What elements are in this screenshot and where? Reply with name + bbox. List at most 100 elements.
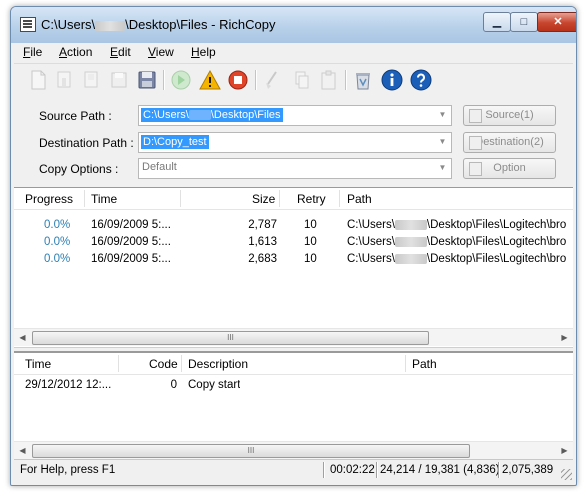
- column-code[interactable]: Code: [149, 357, 178, 371]
- option-button-label: Option: [493, 162, 526, 174]
- source-path-value: C:\Users\ \Desktop\Files: [141, 108, 283, 122]
- row-time: 16/09/2009 5:...: [91, 236, 171, 248]
- toolbar-separator: [255, 70, 256, 90]
- copy-icon[interactable]: [290, 69, 312, 91]
- column-divider[interactable]: [84, 190, 85, 207]
- scroll-right-icon[interactable]: ▶: [556, 329, 573, 346]
- warning-icon[interactable]: [199, 69, 221, 91]
- close-button[interactable]: ✕: [537, 12, 576, 32]
- row-progress: 0.0%: [44, 219, 71, 231]
- save-icon[interactable]: [108, 69, 130, 91]
- option-button[interactable]: Option: [463, 158, 556, 179]
- title-bar[interactable]: C:\Users\ \Desktop\Files - RichCopy ▁ □ ✕: [11, 7, 576, 43]
- maximize-button[interactable]: □: [510, 12, 538, 32]
- file-list-header: Progress Time Size Retry Path: [14, 188, 573, 210]
- info-icon[interactable]: [381, 69, 403, 91]
- destination-path-value: D:\Copy_test: [141, 135, 209, 149]
- scroll-left-icon[interactable]: ◀: [14, 329, 31, 346]
- window-title-tail: \Desktop\Files - RichCopy: [125, 17, 276, 32]
- status-help-text: For Help, press F1: [20, 464, 116, 476]
- menu-view[interactable]: View: [148, 45, 174, 59]
- profile-icon[interactable]: [80, 69, 102, 91]
- toolbar-separator: [345, 70, 346, 90]
- chevron-down-icon[interactable]: ▼: [436, 161, 449, 175]
- file-list-hscrollbar[interactable]: ◀ III ▶: [14, 328, 573, 346]
- window-title-head: C:\Users\: [41, 17, 96, 32]
- recycle-icon[interactable]: [352, 69, 374, 91]
- row-progress: 0.0%: [44, 253, 71, 265]
- source-path-label: Source Path :: [39, 109, 112, 123]
- status-divider: [323, 462, 324, 478]
- menu-help[interactable]: Help: [191, 45, 216, 59]
- source-button-label: Source(1): [485, 109, 534, 121]
- start-icon[interactable]: [170, 69, 192, 91]
- scroll-thumb[interactable]: III: [32, 444, 470, 458]
- copy-options-combo[interactable]: Default ▼: [138, 158, 452, 179]
- menu-edit[interactable]: Edit: [110, 45, 131, 59]
- destination-button[interactable]: Destination(2): [463, 132, 556, 153]
- chevron-down-icon[interactable]: ▼: [436, 108, 449, 122]
- column-divider[interactable]: [181, 355, 182, 372]
- column-log-path[interactable]: Path: [412, 357, 437, 371]
- path-head: C:\Users\: [347, 236, 395, 248]
- column-divider[interactable]: [279, 190, 280, 207]
- open-folder-icon[interactable]: [54, 69, 76, 91]
- redacted-username: [394, 253, 427, 264]
- column-divider[interactable]: [118, 355, 119, 372]
- row-time: 16/09/2009 5:...: [91, 253, 171, 265]
- row-path: C:\Users\ \Desktop\Files\Logitech\bro: [347, 219, 573, 231]
- log-list[interactable]: Time Code Description Path 29/12/2012 12…: [14, 352, 573, 459]
- clean-icon[interactable]: [261, 69, 283, 91]
- column-divider[interactable]: [180, 190, 181, 207]
- log-list-hscrollbar[interactable]: ◀ III ▶: [14, 441, 573, 459]
- row-path: C:\Users\ \Desktop\Files\Logitech\bro: [347, 236, 573, 248]
- row-size: 1,613: [248, 236, 277, 248]
- row-path: C:\Users\ \Desktop\Files\Logitech\bro: [347, 253, 573, 265]
- column-size[interactable]: Size: [252, 192, 275, 206]
- column-log-time[interactable]: Time: [25, 357, 51, 371]
- column-path[interactable]: Path: [347, 192, 372, 206]
- row-retry: 10: [304, 219, 317, 231]
- toolbar-separator: [163, 70, 164, 90]
- scroll-right-icon[interactable]: ▶: [556, 442, 573, 459]
- path-tail: \Desktop\Files\Logitech\bro: [426, 236, 567, 248]
- source-path-head: C:\Users\: [143, 109, 189, 121]
- source-button[interactable]: Source(1): [463, 105, 556, 126]
- scroll-left-icon[interactable]: ◀: [14, 442, 31, 459]
- scroll-thumb[interactable]: III: [32, 331, 429, 345]
- chevron-down-icon[interactable]: ▼: [436, 135, 449, 149]
- column-description[interactable]: Description: [188, 357, 248, 371]
- column-progress[interactable]: Progress: [25, 192, 73, 206]
- paste-icon[interactable]: [318, 69, 340, 91]
- minimize-button[interactable]: ▁: [483, 12, 511, 32]
- new-document-icon[interactable]: [27, 69, 49, 91]
- redacted-username: [188, 110, 211, 121]
- save-as-icon[interactable]: [136, 69, 158, 91]
- column-retry[interactable]: Retry: [297, 192, 326, 206]
- destination-path-label: Destination Path :: [39, 136, 134, 150]
- row-size: 2,683: [248, 253, 277, 265]
- app-icon[interactable]: [20, 17, 36, 32]
- resize-grip[interactable]: [561, 469, 572, 480]
- path-tail: \Desktop\Files\Logitech\bro: [426, 219, 567, 231]
- status-bar: For Help, press F1 00:02:22 24,214 / 19,…: [14, 459, 573, 481]
- help-icon[interactable]: [410, 69, 432, 91]
- menu-action[interactable]: Action: [59, 45, 92, 59]
- copy-options-value: Default: [142, 161, 177, 173]
- path-panel: Source Path : C:\Users\ \Desktop\Files ▼ …: [14, 96, 573, 186]
- menu-bar: File Action Edit View Help: [14, 43, 573, 62]
- folder-icon: [469, 136, 482, 150]
- column-divider[interactable]: [339, 190, 340, 207]
- column-divider[interactable]: [405, 355, 406, 372]
- log-list-header: Time Code Description Path: [14, 353, 573, 375]
- folder-icon: [469, 109, 482, 123]
- destination-button-label: Destination(2): [475, 136, 544, 148]
- menu-file[interactable]: File: [23, 45, 42, 59]
- stop-icon[interactable]: [227, 69, 249, 91]
- column-time[interactable]: Time: [91, 192, 117, 206]
- destination-path-combo[interactable]: D:\Copy_test ▼: [138, 132, 452, 153]
- source-path-combo[interactable]: C:\Users\ \Desktop\Files ▼: [138, 105, 452, 126]
- copy-options-label: Copy Options :: [39, 162, 119, 176]
- file-list[interactable]: Progress Time Size Retry Path 0.0% 16/09…: [14, 187, 573, 347]
- richcopy-window: C:\Users\ \Desktop\Files - RichCopy ▁ □ ✕…: [10, 6, 577, 486]
